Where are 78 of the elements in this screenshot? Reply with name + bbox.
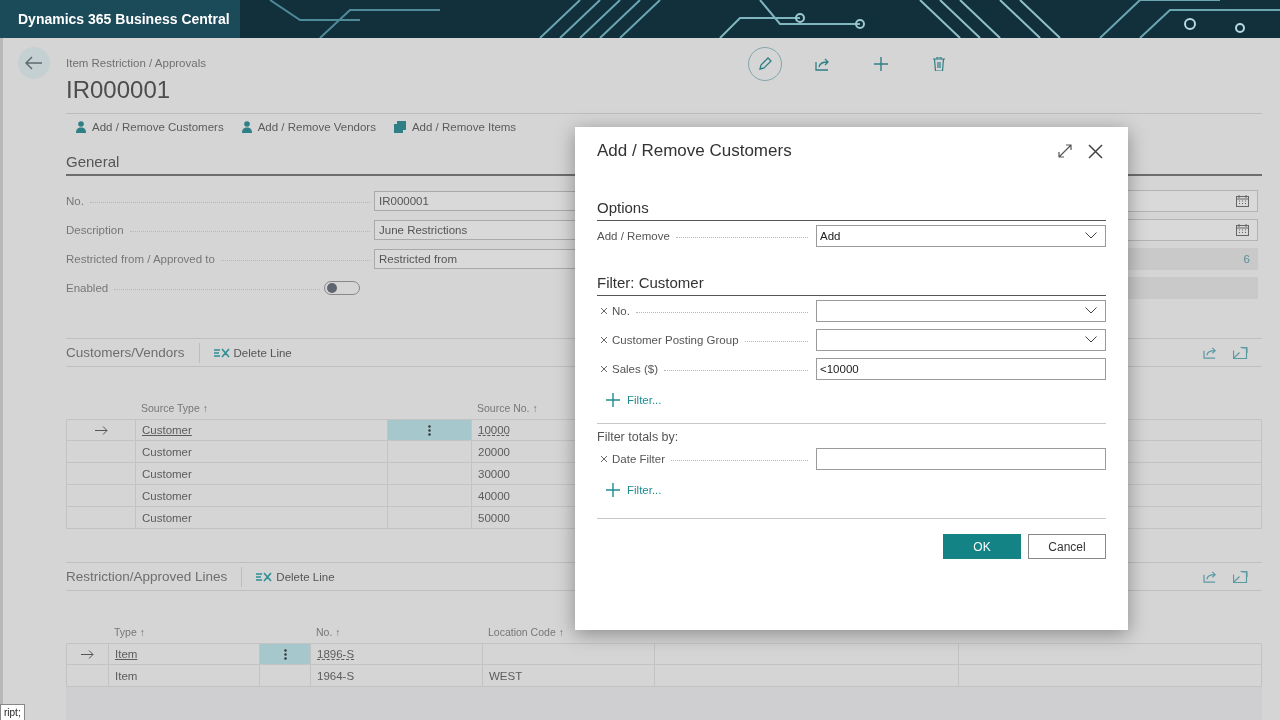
arrow-icon: [81, 649, 94, 659]
input-field[interactable]: <10000: [816, 357, 1106, 380]
row-menu-cell[interactable]: [259, 643, 310, 666]
field-label: No.: [597, 304, 630, 317]
group-heading: Filter: Customer: [597, 274, 1106, 296]
field-label: Customer Posting Group: [597, 333, 739, 346]
arrow-icon: [94, 425, 108, 435]
share-icon: [815, 57, 831, 71]
person-icon: [241, 121, 252, 133]
remove-icon[interactable]: [600, 306, 608, 315]
delete-row-icon: [213, 347, 230, 358]
chevron-down-icon: [1085, 232, 1097, 239]
expand-icon: [1058, 144, 1072, 158]
row-menu-cell[interactable]: [387, 419, 471, 442]
breadcrumb: Item Restriction / Approvals: [66, 57, 206, 69]
app-title: Dynamics 365 Business Central: [18, 11, 230, 27]
add-filter-link[interactable]: Filter...: [606, 390, 662, 410]
field-label: Date Filter: [597, 452, 666, 465]
group-heading: Filter totals by:: [597, 430, 680, 444]
ok-button[interactable]: OK: [943, 534, 1021, 559]
table-cell: Customer: [135, 507, 387, 530]
close-icon: [1087, 143, 1103, 159]
dropdown-field[interactable]: Add: [816, 224, 1106, 247]
tooltip: ript;: [0, 704, 25, 720]
plus-icon: [606, 483, 620, 497]
column-header[interactable]: Location Code ↑: [482, 626, 654, 639]
action-button[interactable]: Add / Remove Customers: [76, 121, 224, 133]
action-button[interactable]: Add / Remove Vendors: [241, 121, 376, 133]
table-cell: Customer: [135, 485, 387, 508]
more-icon: [283, 648, 287, 660]
dropdown-field[interactable]: [816, 299, 1106, 322]
group-heading: Options: [597, 199, 1106, 221]
field-label: Restricted from / Approved to: [66, 252, 215, 265]
column-header[interactable]: No. ↑: [310, 626, 482, 639]
table-cell: 1896-S: [310, 643, 482, 666]
remove-icon[interactable]: [600, 454, 608, 463]
chevron-down-icon: [1085, 307, 1097, 314]
table-cell: Customer: [135, 441, 387, 464]
section-title: Restriction/Approved Lines: [66, 569, 228, 585]
pencil-icon: [757, 56, 773, 72]
column-header[interactable]: Type ↑: [108, 626, 259, 639]
field-label: Enabled: [66, 281, 109, 294]
action-button[interactable]: Add / Remove Items: [393, 121, 517, 133]
input-field[interactable]: [816, 447, 1106, 470]
add-filter-link[interactable]: Filter...: [606, 480, 662, 500]
field-label: No.: [66, 194, 84, 207]
delete-line-button[interactable]: Delete Line: [256, 570, 335, 583]
remove-icon[interactable]: [600, 335, 608, 344]
calendar-icon: [1236, 194, 1249, 207]
section-title: Customers/Vendors: [66, 345, 185, 361]
page-title: IR000001: [66, 75, 172, 105]
dropdown-field[interactable]: [816, 328, 1106, 351]
table-cell: 10000: [471, 419, 575, 442]
box-icon: [393, 121, 406, 133]
trash-icon: [933, 57, 945, 71]
field-label: Sales ($): [597, 362, 659, 375]
share-icon: [1202, 570, 1218, 584]
row-menu-cell[interactable]: [387, 441, 471, 464]
share-icon: [1202, 346, 1218, 360]
more-icon: [428, 424, 431, 436]
table-cell: Customer: [135, 419, 387, 442]
back-button[interactable]: [18, 47, 50, 79]
column-header[interactable]: Source Type ↑: [135, 402, 387, 415]
cancel-button[interactable]: Cancel: [1028, 534, 1106, 559]
delete-row-icon: [256, 571, 273, 582]
delete-line-button[interactable]: Delete Line: [213, 346, 292, 359]
field-label: Description: [66, 223, 124, 236]
remove-icon[interactable]: [600, 364, 608, 373]
expand-icon: [1232, 346, 1248, 359]
expand-icon: [1232, 570, 1248, 583]
person-icon: [76, 121, 86, 133]
back-arrow-icon: [25, 56, 43, 70]
table-cell: Customer: [135, 463, 387, 486]
plus-icon: [874, 57, 888, 71]
calendar-icon: [1236, 223, 1249, 236]
table-cell: Item: [108, 643, 259, 666]
plus-icon: [606, 393, 620, 407]
chevron-down-icon: [1085, 336, 1097, 343]
